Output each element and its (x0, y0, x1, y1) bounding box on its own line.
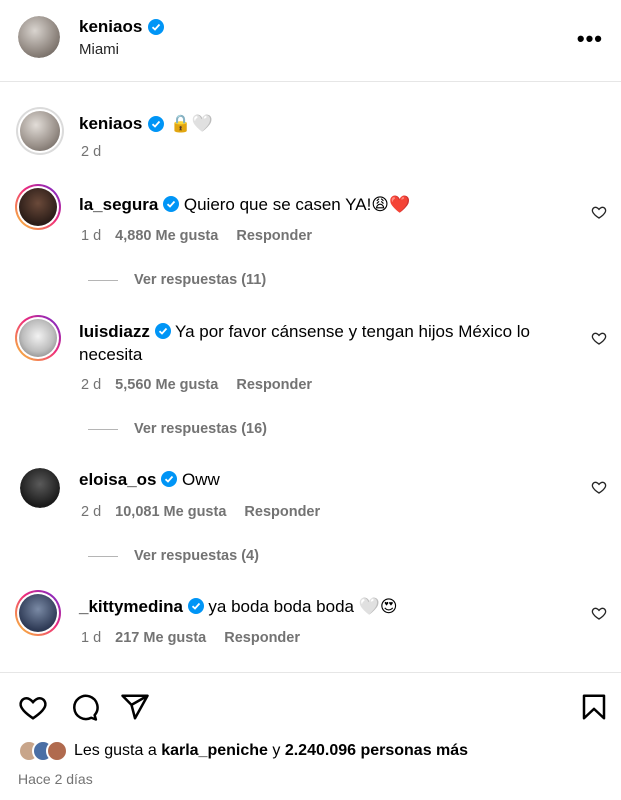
comment-body: Ya por favor cánsense y tengan hijos Méx… (175, 322, 531, 341)
comment-likes[interactable]: 5,560 Me gusta (115, 377, 218, 393)
likes-count[interactable]: 2.240.096 personas más (285, 742, 468, 760)
reply-button[interactable]: Responder (236, 228, 312, 244)
comment-time[interactable]: 1 d (81, 630, 101, 646)
comment-text: eloisa_os Oww (79, 468, 569, 491)
comment-time[interactable]: 2 d (81, 504, 101, 520)
replies-divider (88, 428, 118, 430)
comment-text: luisdiazz Ya por favor cánsense y tengan… (79, 320, 569, 366)
comment-username[interactable]: la_segura (79, 195, 158, 214)
reply-button[interactable]: Responder (224, 630, 300, 646)
likes-prefix: Les gusta a (74, 742, 157, 759)
post-actions-bar (0, 672, 621, 800)
comment-meta: 1 d 4,880 Me gusta Responder (81, 228, 312, 244)
view-replies-label[interactable]: Ver respuestas (16) (134, 421, 267, 437)
view-replies-button[interactable]: Ver respuestas (4) (88, 548, 259, 564)
replies-divider (88, 279, 118, 281)
verified-badge-icon (154, 323, 171, 339)
verified-badge-icon (148, 116, 165, 132)
more-horizontal-icon[interactable]: ••• (577, 26, 603, 52)
comment-meta: 2 d 10,081 Me gusta Responder (81, 504, 320, 520)
comment-username[interactable]: luisdiazz (79, 322, 150, 341)
comment-likes[interactable]: 217 Me gusta (115, 630, 206, 646)
like-heart-icon[interactable] (18, 692, 48, 722)
comment-username[interactable]: _kittymedina (79, 597, 183, 616)
like-comment-heart-icon[interactable] (591, 330, 607, 346)
post-time[interactable]: Hace 2 días (18, 771, 93, 787)
comment-text: _kittymedina ya boda boda boda 🤍😍 (79, 595, 569, 618)
caption-meta: 2 d (81, 144, 101, 160)
like-comment-heart-icon[interactable] (591, 204, 607, 220)
verified-badge-icon (161, 471, 178, 487)
liker-avatar (46, 740, 68, 762)
view-replies-label[interactable]: Ver respuestas (4) (134, 548, 259, 564)
likes-and: y (272, 742, 281, 759)
comment-body: Oww (181, 470, 220, 489)
comment-likes[interactable]: 4,880 Me gusta (115, 228, 218, 244)
verified-badge-icon (187, 598, 204, 614)
comment-username[interactable]: eloisa_os (79, 470, 157, 489)
caption-username-text[interactable]: keniaos (79, 114, 142, 134)
reply-button[interactable]: Responder (236, 377, 312, 393)
save-bookmark-icon[interactable] (579, 692, 609, 722)
view-replies-button[interactable]: Ver respuestas (11) (88, 272, 266, 288)
likes-summary: Les gusta a karla_peniche y 2.240.096 pe… (18, 740, 468, 762)
caption-avatar[interactable] (16, 107, 64, 155)
reply-button[interactable]: Responder (244, 504, 320, 520)
comment-avatar[interactable] (15, 590, 61, 636)
comment-meta: 2 d 5,560 Me gusta Responder (81, 377, 312, 393)
like-comment-heart-icon[interactable] (591, 605, 607, 621)
comment-body-continued: necesita (79, 345, 143, 364)
comment-body: Quiero que se casen YA!😩❤️ (183, 195, 411, 214)
liker-username[interactable]: karla_peniche (161, 742, 268, 760)
comment-time[interactable]: 1 d (81, 228, 101, 244)
comment-body: ya boda boda boda 🤍😍 (208, 597, 398, 616)
comment-bubble-icon[interactable] (69, 692, 99, 722)
author-username[interactable]: keniaos (79, 17, 165, 37)
post-header: keniaos Miami ••• (0, 0, 621, 82)
comment-avatar[interactable] (15, 315, 61, 361)
liker-avatars[interactable] (18, 740, 68, 762)
verified-badge-icon (148, 19, 165, 35)
caption-emojis: 🔒🤍 (170, 114, 213, 133)
replies-divider (88, 555, 118, 557)
caption-username[interactable]: keniaos 🔒🤍 (79, 114, 213, 134)
comment-avatar[interactable] (20, 468, 60, 508)
comment-meta: 1 d 217 Me gusta Responder (81, 630, 300, 646)
caption-time[interactable]: 2 d (81, 144, 101, 160)
comment-time[interactable]: 2 d (81, 377, 101, 393)
author-username-text[interactable]: keniaos (79, 17, 142, 37)
like-comment-heart-icon[interactable] (591, 479, 607, 495)
view-replies-label[interactable]: Ver respuestas (11) (134, 272, 266, 288)
post-location[interactable]: Miami (79, 41, 119, 58)
view-replies-button[interactable]: Ver respuestas (16) (88, 421, 267, 437)
comment-avatar[interactable] (15, 184, 61, 230)
comment-likes[interactable]: 10,081 Me gusta (115, 504, 226, 520)
verified-badge-icon (163, 196, 180, 212)
share-paper-plane-icon[interactable] (120, 692, 150, 722)
author-avatar[interactable] (18, 16, 60, 58)
comment-text: la_segura Quiero que se casen YA!😩❤️ (79, 193, 569, 216)
